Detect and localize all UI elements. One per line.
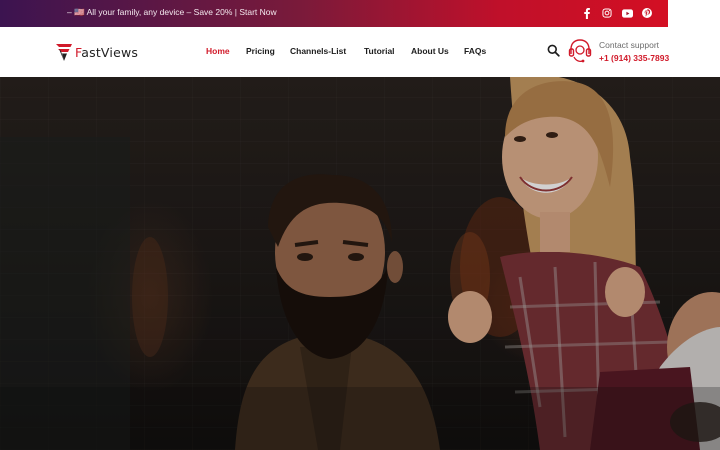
nav-item-home[interactable]: Home: [206, 46, 230, 56]
nav-item-pricing[interactable]: Pricing: [246, 46, 275, 56]
headset-support-icon: [568, 38, 592, 64]
search-icon[interactable]: [547, 44, 560, 57]
promo-bar: – 🇺🇸 All your family, any device – Save …: [0, 0, 668, 27]
nav-item-faqs[interactable]: FAQs: [464, 46, 486, 56]
facebook-icon[interactable]: [580, 6, 594, 20]
youtube-icon[interactable]: [620, 6, 634, 20]
nav-item-channels-list[interactable]: Channels-List: [290, 46, 346, 56]
support-label: Contact support: [599, 40, 660, 50]
nav-item-tutorial[interactable]: Tutorial: [364, 46, 395, 56]
site-header: FastViews Home Pricing Channels-List Tut…: [0, 27, 669, 77]
support-phone-link[interactable]: +1 (914) 335-7893: [599, 53, 669, 63]
promo-text[interactable]: – 🇺🇸 All your family, any device – Save …: [67, 7, 277, 18]
hero-banner: [0, 77, 720, 450]
pinterest-icon[interactable]: [640, 6, 654, 20]
nav-item-about-us[interactable]: About Us: [411, 46, 449, 56]
hero-dark-overlay: [0, 77, 720, 450]
logo-wordmark: astViews: [81, 44, 139, 60]
logo[interactable]: FastViews: [55, 41, 138, 63]
logo-mark-icon: [56, 44, 72, 61]
instagram-icon[interactable]: [600, 6, 614, 20]
